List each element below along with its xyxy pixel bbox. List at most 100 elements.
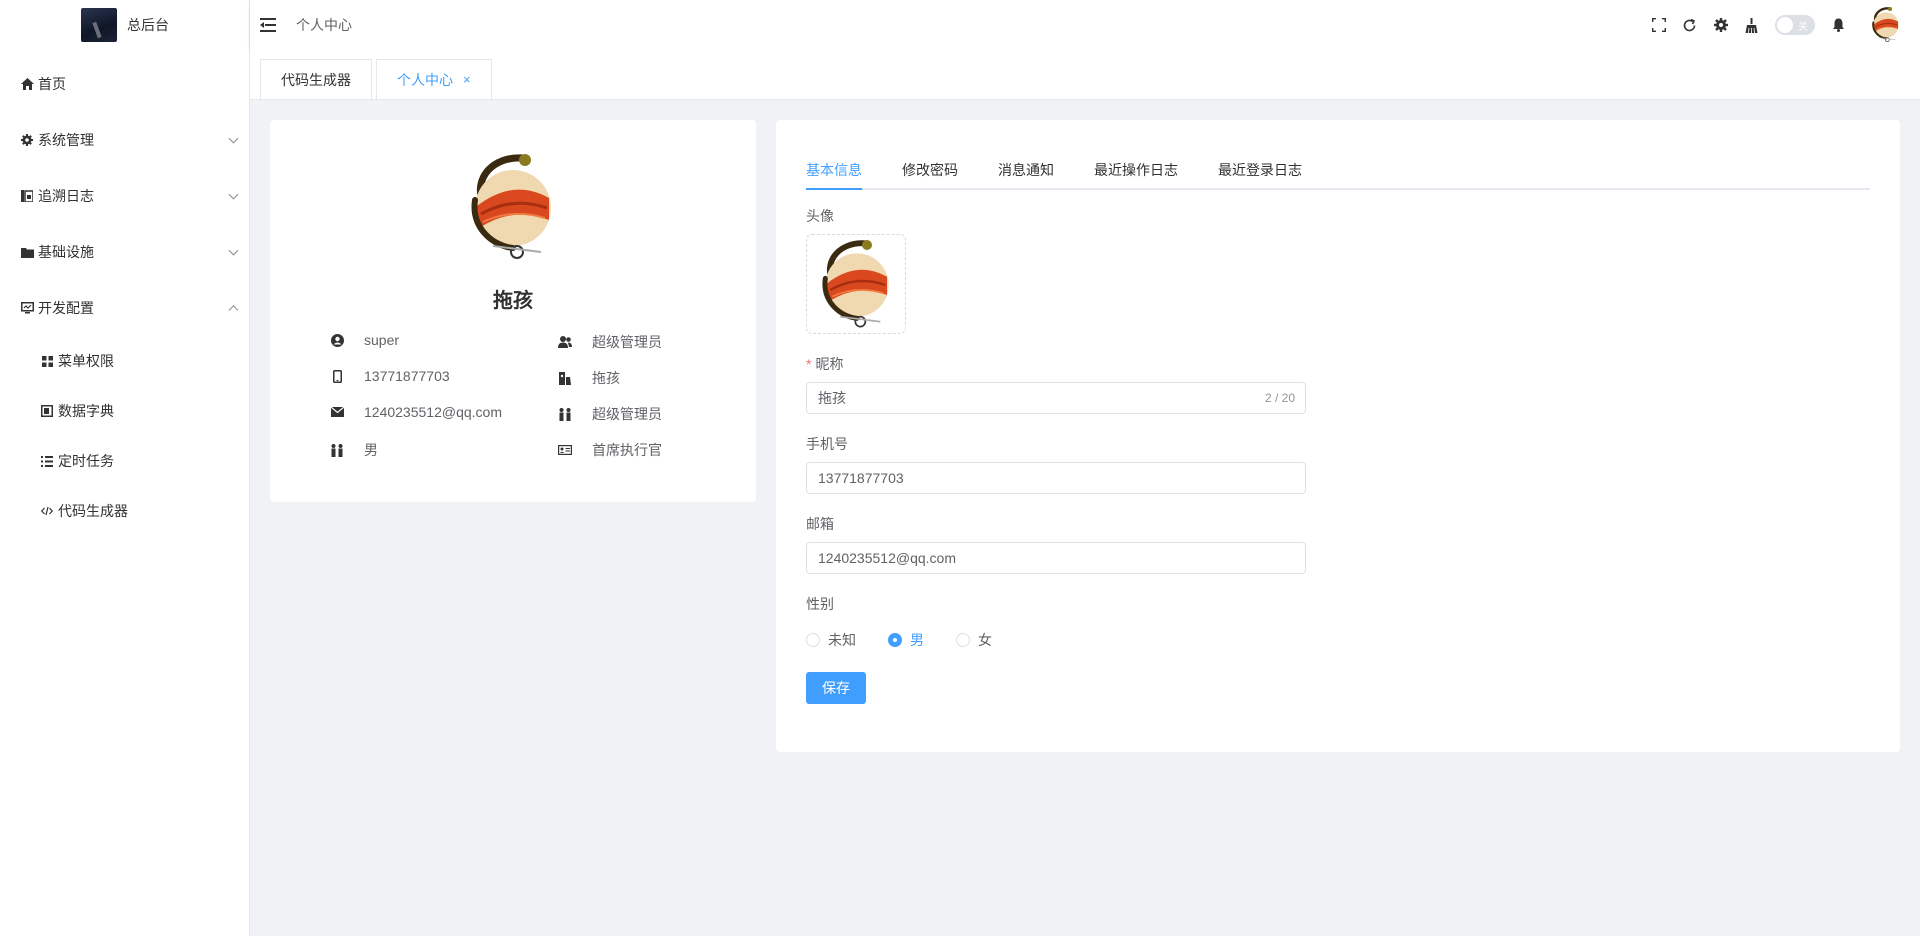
sidebar-item-system[interactable]: 系统管理 [0, 112, 249, 168]
sidebar-menu: 首页 系统管理 追溯日志 基础设施 开发配置 菜单权限 数据字典 定时任务 代码… [0, 56, 249, 536]
dictionary-icon [40, 404, 54, 418]
sidebar-item-label: 开发配置 [38, 300, 94, 316]
email-label: 邮箱 [806, 516, 834, 532]
tag-label: 代码生成器 [281, 71, 351, 88]
theme-toggle[interactable]: 关 [1775, 15, 1815, 35]
home-icon [20, 77, 34, 91]
required-mark: * [806, 356, 812, 372]
radio-circle [888, 633, 902, 647]
radio-circle [806, 633, 820, 647]
toggle-label: 关 [1798, 22, 1808, 33]
info-value: 13771877703 [364, 368, 450, 384]
radio-label: 未知 [828, 632, 856, 648]
users-icon [558, 335, 572, 349]
gender-icon [330, 443, 344, 457]
tab-change-password[interactable]: 修改密码 [902, 150, 958, 190]
top-header: 个人中心 关 [250, 0, 1920, 50]
profile-edit-card: 基本信息 修改密码 消息通知 最近操作日志 最近登录日志 头像 *昵称 2 / … [776, 120, 1900, 752]
info-value: super [364, 332, 400, 348]
email-input[interactable] [807, 543, 1305, 573]
settings-icon[interactable] [1705, 0, 1736, 50]
sidebar-item-home[interactable]: 首页 [0, 56, 249, 112]
app-title: 总后台 [127, 17, 169, 33]
info-email: 1240235512@qq.com [330, 404, 502, 420]
id-badge-icon [558, 371, 572, 385]
sidebar-subitem-label: 菜单权限 [58, 353, 114, 369]
info-role: 超级管理员 [558, 332, 662, 352]
radio-label: 女 [978, 632, 992, 648]
tab-notifications[interactable]: 消息通知 [998, 150, 1054, 190]
tags-view: 代码生成器 个人中心 × [250, 50, 1920, 100]
list-icon [40, 454, 54, 468]
tab-operation-log[interactable]: 最近操作日志 [1094, 150, 1178, 190]
radio-label: 男 [910, 632, 924, 648]
tag-code-generator[interactable]: 代码生成器 [260, 59, 372, 99]
phone-field[interactable] [806, 462, 1306, 494]
avatar-upload[interactable] [806, 234, 906, 334]
gender-radio-male[interactable]: 男 [888, 630, 924, 650]
id-card-icon [558, 443, 572, 457]
fullscreen-icon[interactable] [1643, 0, 1674, 50]
breadcrumb[interactable]: 个人中心 [296, 15, 352, 35]
tab-login-log[interactable]: 最近登录日志 [1218, 150, 1302, 190]
profile-avatar [453, 148, 573, 268]
gear-icon [20, 133, 34, 147]
info-value: 首席执行官 [592, 442, 662, 458]
sidebar-item-logs[interactable]: 追溯日志 [0, 168, 249, 224]
save-button[interactable]: 保存 [806, 672, 866, 704]
gender-radio-unknown[interactable]: 未知 [806, 630, 856, 650]
info-phone: 13771877703 [330, 368, 450, 384]
refresh-icon[interactable] [1674, 0, 1705, 50]
info-username: super [330, 332, 399, 348]
chevron-down-icon [228, 189, 239, 200]
sidebar-subitem-code-generator[interactable]: 代码生成器 [0, 486, 249, 536]
info-gender: 男 [330, 440, 378, 460]
collapse-menu-icon[interactable] [260, 18, 276, 32]
tag-profile[interactable]: 个人中心 × [376, 59, 492, 99]
gender-radio-female[interactable]: 女 [956, 630, 992, 650]
gender-label: 性别 [806, 596, 834, 612]
sidebar-subitem-label: 数据字典 [58, 403, 114, 419]
phone-input[interactable] [807, 463, 1305, 493]
sidebar-item-infrastructure[interactable]: 基础设施 [0, 224, 249, 280]
sidebar-item-label: 系统管理 [38, 132, 94, 148]
nickname-field[interactable]: 2 / 20 [806, 382, 1306, 414]
chevron-down-icon [228, 133, 239, 144]
logo[interactable]: 总后台 [0, 0, 249, 50]
nickname-input[interactable] [807, 383, 1305, 413]
sidebar-subitem-menu-permissions[interactable]: 菜单权限 [0, 336, 249, 386]
sidebar-subitem-label: 代码生成器 [58, 503, 128, 519]
close-icon[interactable]: × [463, 72, 471, 87]
header-actions: 关 [1643, 0, 1906, 50]
sidebar-subitem-scheduled-tasks[interactable]: 定时任务 [0, 436, 249, 486]
chevron-down-icon [228, 245, 239, 256]
user-avatar[interactable] [1866, 5, 1906, 45]
sidebar-subitem-data-dictionary[interactable]: 数据字典 [0, 386, 249, 436]
broom-icon[interactable] [1736, 0, 1767, 50]
sidebar-item-label: 追溯日志 [38, 188, 94, 204]
sidebar-item-label: 首页 [38, 76, 66, 92]
sidebar: 总后台 首页 系统管理 追溯日志 基础设施 开发配置 菜单权限 数据字典 定时任… [0, 0, 250, 936]
sidebar-item-dev-config[interactable]: 开发配置 [0, 280, 249, 336]
info-value: 超级管理员 [592, 406, 662, 422]
tag-label: 个人中心 [397, 71, 453, 88]
info-value: 超级管理员 [592, 334, 662, 350]
info-value: 拖孩 [592, 370, 620, 386]
sidebar-subitem-label: 定时任务 [58, 453, 114, 469]
info-title: 首席执行官 [558, 440, 662, 460]
phone-icon [330, 369, 344, 383]
nickname-char-count: 2 / 20 [1264, 391, 1295, 405]
info-value: 男 [364, 442, 378, 458]
envelope-icon [330, 405, 344, 419]
logo-image [81, 8, 117, 42]
code-icon [40, 504, 54, 518]
nickname-label-text: 昵称 [815, 356, 844, 372]
user-circle-icon [330, 333, 344, 347]
radio-circle [956, 633, 970, 647]
log-icon [20, 189, 34, 203]
chevron-up-icon [228, 305, 239, 316]
email-field[interactable] [806, 542, 1306, 574]
info-post: 超级管理员 [558, 404, 662, 424]
bell-icon[interactable] [1823, 0, 1854, 50]
tab-basic-info[interactable]: 基本信息 [806, 150, 862, 190]
